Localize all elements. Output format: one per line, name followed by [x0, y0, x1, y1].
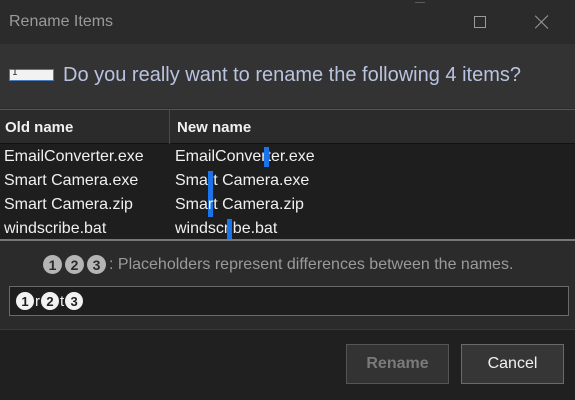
minimize-button[interactable] — [397, 0, 443, 44]
old-name-cell: windscribe.bat — [4, 220, 107, 237]
table-header: Old name New name — [0, 110, 575, 144]
close-icon — [535, 15, 549, 29]
table-row[interactable]: EmailConverter.exe EmailConverter.exe — [0, 145, 575, 169]
placeholder-hint-area: 1 2 3 : Placeholders represent differenc… — [0, 243, 575, 329]
column-header-old-name[interactable]: Old name — [5, 119, 73, 136]
table-row[interactable]: Smart Camera.exe Smart Camera.exe — [0, 169, 575, 217]
old-name-cell: Smart Camera.exe — [4, 172, 139, 189]
placeholder-hint-text: : Placeholders represent differences bet… — [109, 255, 514, 273]
pattern-literal: t — [60, 292, 65, 310]
rename-textbox-icon — [9, 67, 54, 81]
rename-button[interactable]: Rename — [346, 344, 449, 384]
column-header-new-name[interactable]: New name — [177, 119, 251, 136]
difference-marker — [264, 147, 269, 167]
column-separator[interactable] — [169, 110, 170, 144]
placeholder-hint: 1 2 3 : Placeholders represent differenc… — [43, 255, 513, 274]
old-name-cell: EmailConverter.exe — [4, 148, 144, 165]
table-row[interactable]: Smart Camera.zip Smart Camera.zip — [0, 193, 575, 217]
minimize-icon — [415, 1, 425, 3]
old-name-cell: Smart Camera.zip — [4, 196, 133, 213]
table-row[interactable]: windscribe.bat windscribe.bat — [0, 217, 575, 241]
rename-pattern-input[interactable]: 1 r 2 t 3 — [9, 286, 569, 316]
question-banner: Do you really want to rename the followi… — [0, 44, 575, 108]
pattern-placeholder-2: 2 — [41, 292, 59, 310]
new-name-cell: EmailConverter.exe — [175, 148, 315, 165]
placeholder-badge-2: 2 — [65, 255, 84, 274]
question-text: Do you really want to rename the followi… — [63, 64, 522, 86]
pattern-placeholder-3: 3 — [65, 292, 84, 310]
pattern-placeholder-1: 1 — [16, 292, 34, 310]
placeholder-badge-3: 3 — [87, 255, 106, 274]
maximize-icon — [474, 16, 486, 28]
pattern-literal: r — [35, 292, 40, 310]
close-button[interactable] — [519, 0, 565, 44]
cancel-button[interactable]: Cancel — [461, 344, 564, 384]
new-name-cell: Smart Camera.exe — [175, 172, 310, 189]
window-title: Rename Items — [9, 13, 114, 30]
dialog-footer: Rename Cancel — [0, 329, 575, 400]
maximize-button[interactable] — [457, 0, 503, 44]
new-name-cell: Smart Camera.zip — [175, 196, 304, 213]
difference-marker — [227, 219, 232, 239]
rename-table: Old name New name EmailConverter.exe Ema… — [0, 109, 575, 241]
title-bar: Rename Items — [0, 0, 575, 44]
placeholder-badge-1: 1 — [43, 255, 62, 274]
